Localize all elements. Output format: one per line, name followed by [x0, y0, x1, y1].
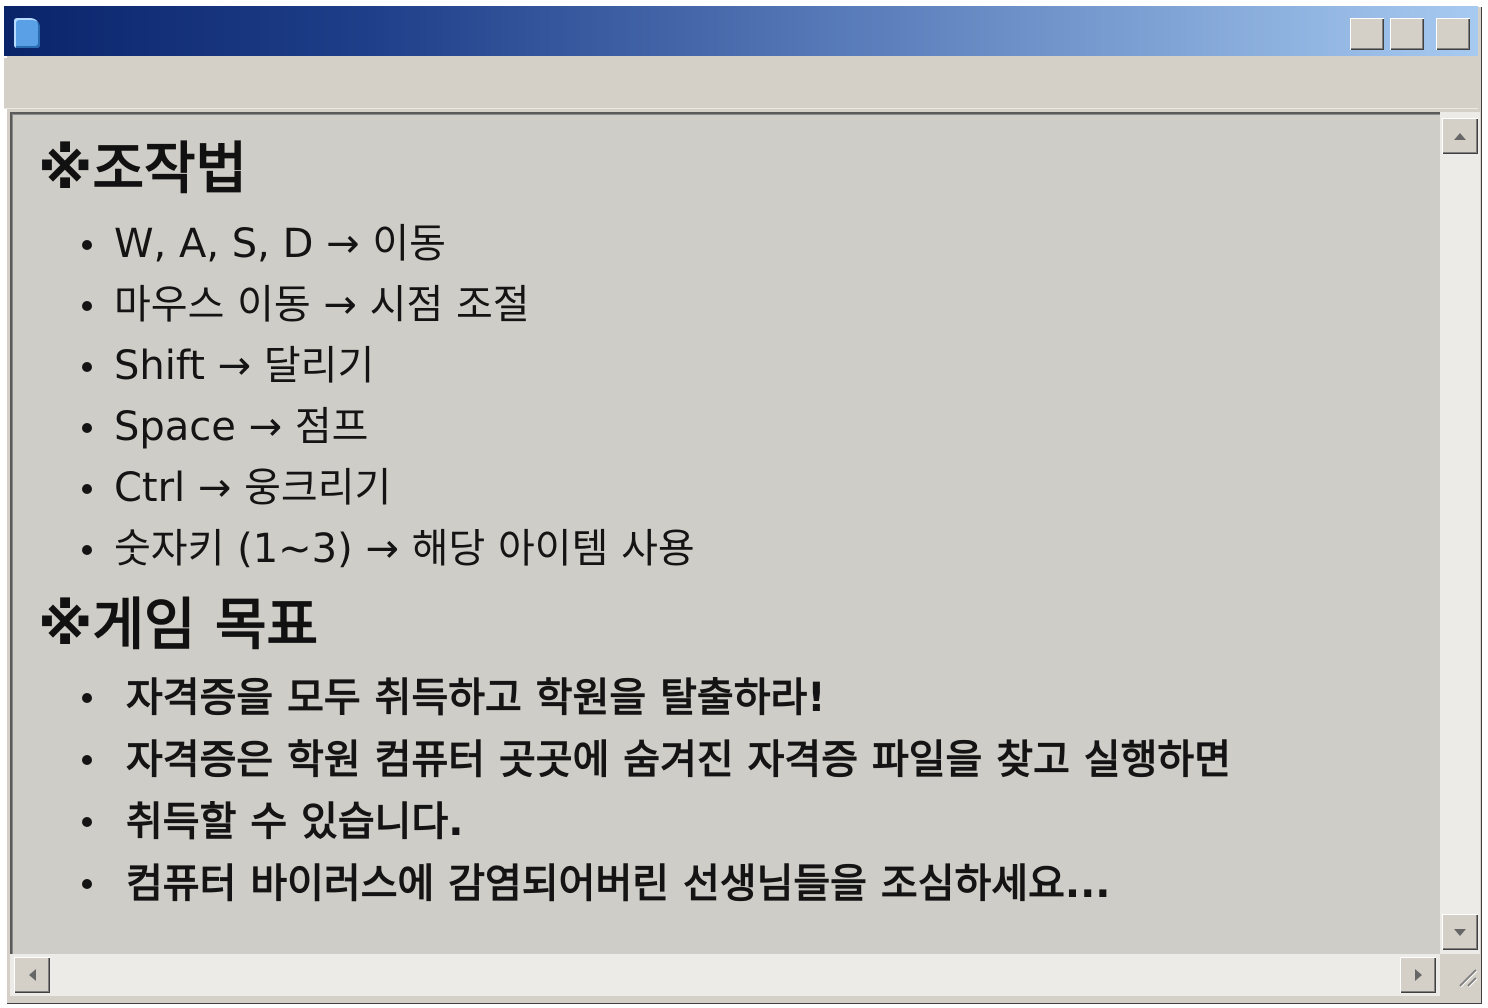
maximize-button[interactable] [1390, 18, 1424, 50]
bullet-icon [82, 240, 92, 250]
resize-grip-icon [1459, 969, 1478, 988]
list-item: W, A, S, D → 이동 [76, 214, 695, 275]
goal-item: 취득할 수 있습니다. [126, 799, 464, 845]
title-bar[interactable] [4, 6, 1478, 56]
list-item: Space → 점프 [76, 397, 695, 458]
list-item: 마우스 이동 → 시점 조절 [76, 275, 695, 336]
control-item-use-item: 숫자키 (1~3) → 해당 아이템 사용 [114, 526, 695, 572]
goal-item: 자격증을 모두 취득하고 학원을 탈출하라! [126, 675, 826, 721]
list-item: 취득할 수 있습니다. [76, 791, 1231, 853]
scroll-up-button[interactable] [1442, 118, 1478, 154]
arrow-right-icon [1414, 969, 1422, 981]
horizontal-scrollbar[interactable] [10, 954, 1440, 996]
arrow-up-icon [1454, 132, 1466, 140]
bullet-icon [82, 301, 92, 311]
list-item: 자격증은 학원 컴퓨터 곳곳에 숨겨진 자격증 파일을 찾고 실행하면 [76, 729, 1231, 791]
bullet-icon [82, 545, 92, 555]
bullet-icon [82, 362, 92, 372]
text-content-area[interactable]: ※조작법 W, A, S, D → 이동 마우스 이동 → 시점 조절 Shif… [10, 112, 1440, 954]
bullet-icon [82, 484, 92, 494]
menu-bar [4, 58, 1478, 109]
notepad-document-icon[interactable] [14, 18, 40, 48]
scroll-left-button[interactable] [14, 957, 50, 993]
bullet-icon [82, 817, 92, 827]
list-item: Ctrl → 웅크리기 [76, 458, 695, 519]
minimize-button[interactable] [1350, 18, 1384, 50]
control-item-run: Shift → 달리기 [114, 343, 375, 389]
list-item: 자격증을 모두 취득하고 학원을 탈출하라! [76, 667, 1231, 729]
scroll-down-button[interactable] [1442, 914, 1478, 950]
controls-list: W, A, S, D → 이동 마우스 이동 → 시점 조절 Shift → 달… [76, 214, 695, 580]
control-item-look: 마우스 이동 → 시점 조절 [114, 282, 530, 328]
arrow-down-icon [1454, 928, 1466, 936]
bullet-icon [82, 693, 92, 703]
list-item: 숫자키 (1~3) → 해당 아이템 사용 [76, 519, 695, 580]
goals-list: 자격증을 모두 취득하고 학원을 탈출하라! 자격증은 학원 컴퓨터 곳곳에 숨… [76, 667, 1231, 915]
control-item-crouch: Ctrl → 웅크리기 [114, 465, 392, 511]
goal-item: 자격증은 학원 컴퓨터 곳곳에 숨겨진 자격증 파일을 찾고 실행하면 [126, 737, 1232, 783]
bullet-icon [82, 879, 92, 889]
bullet-icon [82, 423, 92, 433]
vertical-scrollbar[interactable] [1440, 112, 1480, 954]
controls-heading: ※조작법 [38, 137, 248, 202]
scroll-right-button[interactable] [1400, 957, 1436, 993]
control-item-move: W, A, S, D → 이동 [114, 221, 446, 267]
arrow-left-icon [28, 969, 36, 981]
bullet-icon [82, 755, 92, 765]
resize-grip[interactable] [1440, 954, 1480, 996]
goals-heading: ※게임 목표 [38, 593, 319, 658]
close-button[interactable] [1436, 18, 1470, 50]
control-item-jump: Space → 점프 [114, 404, 369, 450]
list-item: 컴퓨터 바이러스에 감염되어버린 선생님들을 조심하세요... [76, 853, 1231, 915]
goal-item: 컴퓨터 바이러스에 감염되어버린 선생님들을 조심하세요... [126, 861, 1111, 907]
list-item: Shift → 달리기 [76, 336, 695, 397]
